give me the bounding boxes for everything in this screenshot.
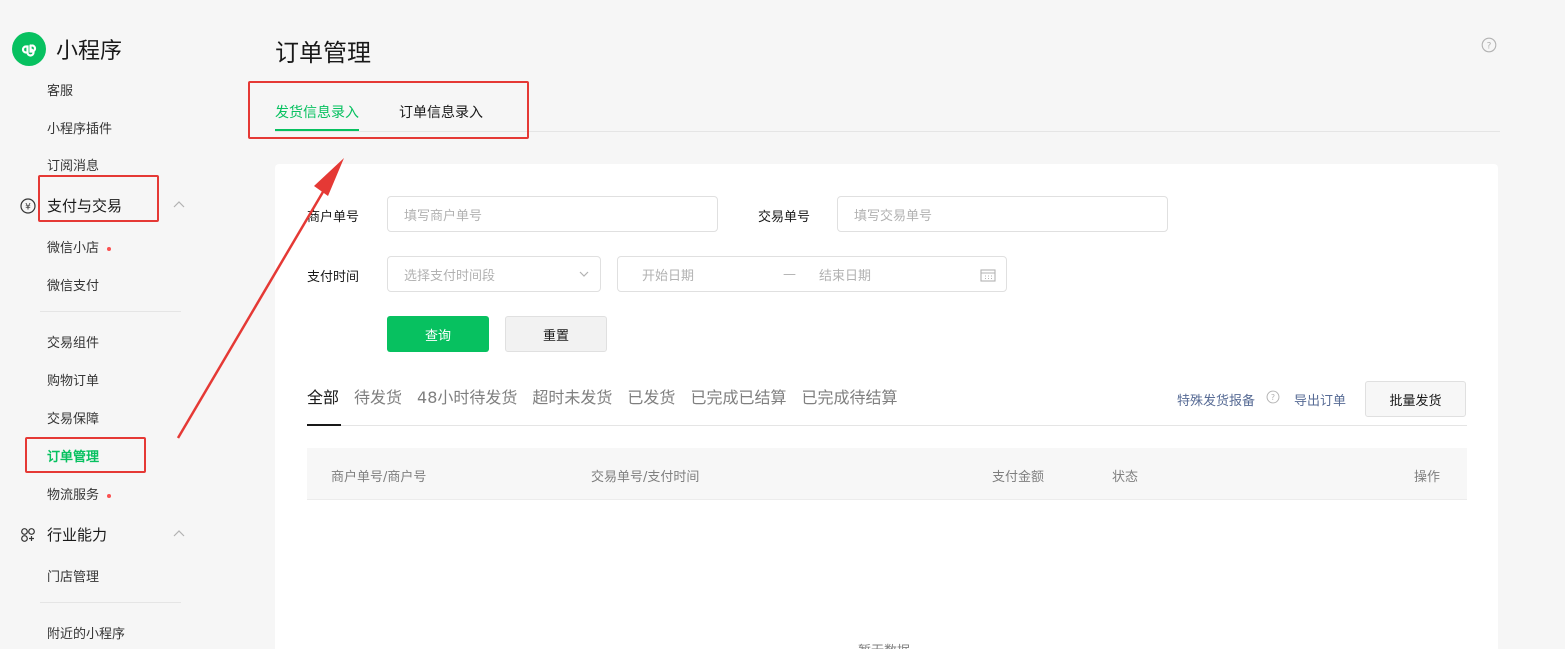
status-tab-settled[interactable]: 已完成已结算 — [690, 384, 786, 426]
new-badge-dot — [107, 246, 112, 251]
column-header: 交易单号/支付时间 — [591, 470, 700, 485]
sidebar-item-store-management[interactable]: 门店管理 — [47, 566, 99, 585]
column-header: 状态 — [1112, 470, 1139, 485]
annotation-box-order-management — [25, 437, 146, 473]
column-header: 商户单号/商户号 — [331, 470, 427, 485]
status-tabs-divider — [307, 425, 1467, 426]
pay-time-select[interactable]: 选择支付时间段 — [387, 256, 601, 292]
reset-button[interactable]: 重置 — [505, 316, 607, 352]
date-separator: — — [783, 266, 796, 282]
page-title: 订单管理 — [275, 39, 371, 67]
start-date: 开始日期 — [642, 268, 695, 284]
mini-program-icon — [12, 32, 46, 66]
sidebar-item-customer-service[interactable]: 客服 — [47, 80, 73, 99]
yuan-circle-icon: ¥ — [20, 197, 36, 214]
trade-no-input[interactable]: 填写交易单号 — [837, 196, 1168, 232]
status-tab-shipped[interactable]: 已发货 — [627, 384, 675, 426]
export-orders-link[interactable]: 导出订单 — [1294, 390, 1346, 409]
calendar-icon — [980, 269, 996, 282]
chevron-down-icon — [579, 271, 589, 277]
annotation-box-tabs — [248, 81, 529, 139]
column-header: 支付金额 — [992, 470, 1045, 485]
status-tabs: 全部 待发货 48小时待发货 超时未发货 已发货 已完成已结算 已完成待结算 — [307, 384, 912, 426]
sidebar-item-wechat-pay[interactable]: 微信支付 — [47, 275, 99, 294]
status-tab-48h[interactable]: 48小时待发货 — [417, 384, 517, 426]
status-tab-pending-settlement[interactable]: 已完成待结算 — [801, 384, 897, 426]
date-range-picker[interactable]: 开始日期 — 结束日期 — [617, 256, 1007, 292]
sidebar-divider — [40, 602, 181, 603]
sidebar-item-plugins[interactable]: 小程序插件 — [47, 118, 112, 137]
end-date: 结束日期 — [819, 268, 872, 284]
chevron-up-icon[interactable] — [172, 527, 186, 541]
help-icon[interactable]: ? — [1266, 390, 1280, 404]
query-button[interactable]: 查询 — [387, 316, 489, 352]
sidebar-item-nearby[interactable]: 附近的小程序 — [47, 623, 125, 642]
help-icon[interactable]: ? — [1481, 37, 1497, 53]
brand-logo[interactable]: 小程序 — [12, 32, 122, 66]
new-badge-dot — [107, 493, 112, 498]
batch-ship-button[interactable]: 批量发货 — [1365, 381, 1466, 417]
column-header: 操作 — [1414, 470, 1441, 485]
sidebar-divider — [40, 311, 181, 312]
sidebar-group-industry[interactable]: 行业能力 — [20, 524, 107, 545]
brand-name: 小程序 — [56, 39, 123, 64]
table-header: 商户单号/商户号 交易单号/支付时间 支付金额 状态 操作 — [307, 448, 1467, 500]
sidebar-group-label: 行业能力 — [47, 526, 108, 544]
merchant-no-input[interactable]: 填写商户单号 — [387, 196, 718, 232]
sidebar-item-trade-guarantee[interactable]: 交易保障 — [47, 408, 99, 427]
svg-text:?: ? — [1487, 42, 1492, 52]
empty-state-text: 暂无数据 — [858, 640, 910, 649]
svg-text:¥: ¥ — [25, 202, 31, 212]
annotation-arrow-icon — [176, 158, 344, 439]
trade-no-label: 交易单号 — [758, 210, 811, 225]
special-report-link[interactable]: 特殊发货报备 — [1177, 390, 1255, 409]
annotation-box-payment-group — [38, 175, 159, 222]
sidebar-item-shopping-orders[interactable]: 购物订单 — [47, 370, 99, 389]
sidebar-item-trade-component[interactable]: 交易组件 — [47, 332, 99, 351]
svg-text:?: ? — [1271, 393, 1275, 402]
sidebar-item-subscribe-msg[interactable]: 订阅消息 — [47, 155, 99, 174]
sidebar-item-wechat-shop[interactable]: 微信小店 — [47, 237, 112, 256]
industry-icon — [20, 527, 36, 543]
status-tab-overdue[interactable]: 超时未发货 — [532, 384, 612, 426]
status-tab-pending[interactable]: 待发货 — [354, 384, 402, 426]
sidebar-item-logistics[interactable]: 物流服务 — [47, 484, 112, 503]
